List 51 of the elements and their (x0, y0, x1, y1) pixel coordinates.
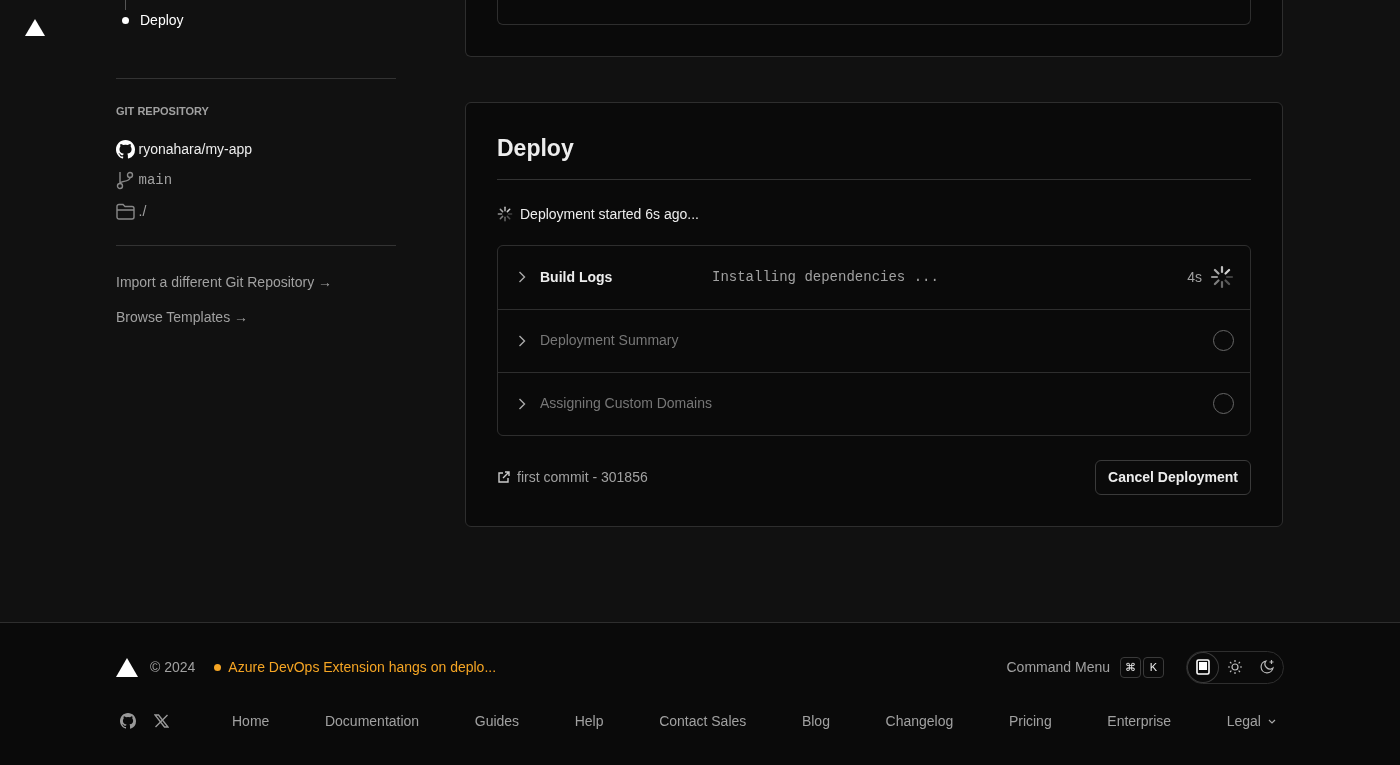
github-icon[interactable] (120, 713, 136, 729)
stage-row[interactable]: Build Logs Installing dependencies ... 4s (498, 245, 1250, 309)
monitor-icon (1196, 659, 1210, 675)
log-text: Installing dependencies ... (712, 267, 940, 287)
footer-link[interactable]: Documentation (324, 710, 420, 732)
chevron-down-icon (1268, 718, 1276, 724)
directory-path: ./ (138, 201, 147, 221)
sidebar-link[interactable]: Import a different Git Repository → (116, 271, 396, 293)
section-title: Deploy (497, 135, 575, 163)
footer-link[interactable]: Legal (1226, 710, 1276, 732)
key-cap: K (1143, 656, 1164, 678)
stage-row[interactable]: Deployment Summary (498, 308, 1250, 372)
branch-name: main (138, 170, 173, 190)
commit-link[interactable]: first commit - 301856 (517, 466, 648, 488)
status-text: Deployment started 6s ago... (520, 204, 699, 224)
github-icon (116, 139, 135, 159)
duration-text: 4s (1187, 267, 1202, 287)
section-heading: GIT REPOSITORY (116, 104, 210, 119)
status-link[interactable]: Azure DevOps Extension hangs on deplo... (228, 656, 497, 678)
footer-link[interactable]: Pricing (1008, 710, 1052, 732)
chevron-icon (518, 334, 526, 347)
key-cap: ⌘ (1120, 656, 1141, 678)
chevron-icon (518, 397, 526, 410)
copyright-text: © 2024 (150, 657, 196, 677)
footer-link[interactable]: Guides (474, 710, 520, 732)
logo-icon[interactable] (25, 18, 45, 36)
external-link-icon (497, 470, 510, 484)
step-label[interactable]: Deploy (140, 10, 184, 31)
folder-icon (116, 202, 135, 220)
footer-link[interactable]: Enterprise (1107, 710, 1172, 732)
stage-label: Build Logs (540, 267, 614, 287)
branch-icon (116, 170, 135, 190)
sun-icon (1227, 659, 1243, 675)
sidebar-link[interactable]: Browse Templates → (116, 306, 396, 328)
stage-row[interactable]: Assigning Custom Domains (498, 371, 1250, 435)
footer-link[interactable]: Changelog (885, 710, 954, 732)
footer-link[interactable]: Home (232, 710, 270, 732)
chevron-icon (518, 271, 526, 284)
spinner-icon (497, 206, 513, 223)
footer-link[interactable]: Help (574, 710, 604, 732)
stage-label: Deployment Summary (540, 331, 680, 351)
moon-icon (1259, 659, 1275, 675)
command-menu-label[interactable]: Command Menu (1006, 656, 1110, 678)
x-icon[interactable] (154, 714, 169, 728)
stage-label: Assigning Custom Domains (540, 394, 713, 414)
footer-link[interactable]: Contact Sales (659, 710, 747, 732)
footer-link[interactable]: Blog (801, 710, 830, 732)
cancel-button[interactable]: Cancel Deployment (1095, 459, 1251, 495)
spinner-icon (1210, 265, 1234, 290)
repo-name: ryonahara/my-app (138, 139, 253, 159)
logo-icon[interactable] (116, 657, 138, 677)
